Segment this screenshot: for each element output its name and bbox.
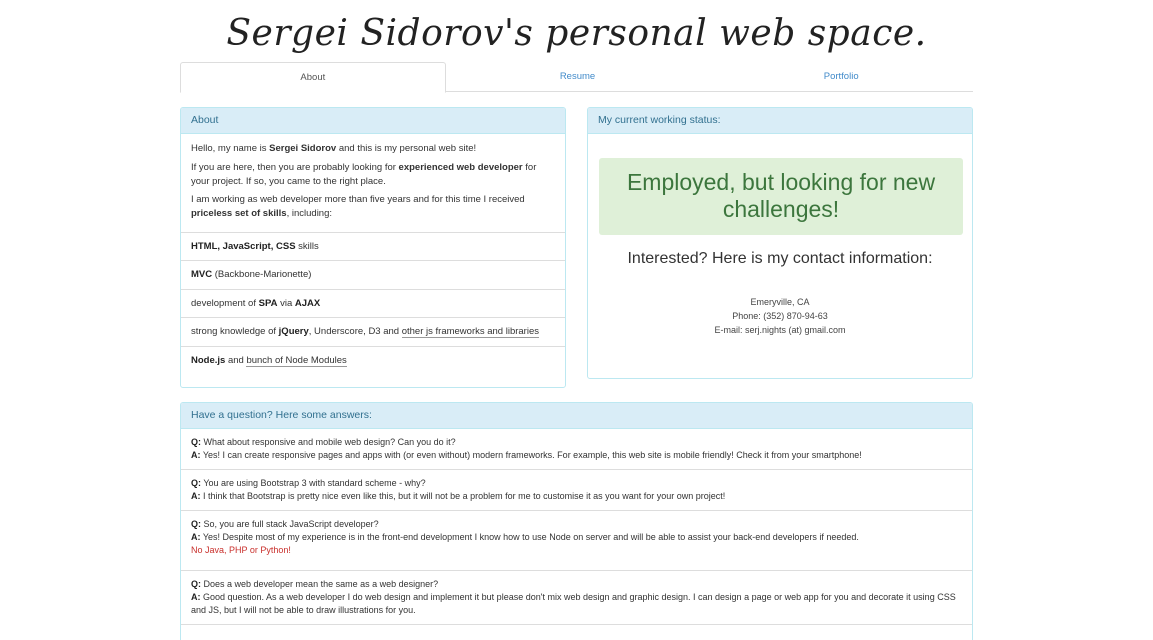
faq-answer: A: I think that Bootstrap is pretty nice…	[191, 490, 962, 503]
faq-item: Q: What about responsive and mobile web …	[181, 429, 972, 470]
site-title: Sergei Sidorov's personal web space.	[226, 13, 927, 54]
main-tabs: About Resume Portfolio	[180, 62, 973, 93]
faq-item: Q: Does a web developer mean the same as…	[181, 571, 972, 625]
contact-location: Emeryville, CA	[750, 297, 810, 307]
about-experience-text-end: , including:	[286, 208, 333, 220]
about-purpose-highlight: experienced web developer	[398, 161, 523, 173]
tab-portfolio[interactable]: Portfolio	[709, 62, 973, 91]
skill-item-node: Node.js and bunch of Node Modules	[181, 347, 565, 376]
js-frameworks-link[interactable]: other js frameworks and libraries	[401, 326, 539, 339]
status-heading: My current working status:	[588, 108, 972, 134]
faq-question: Q: What about responsive and mobile web …	[191, 436, 962, 449]
tab-resume[interactable]: Resume	[446, 62, 710, 91]
question-prefix: Q:	[191, 519, 201, 529]
answer-text: Yes! Despite most of my experience is in…	[200, 532, 859, 542]
about-purpose-text: If you are here, then you are probably l…	[191, 161, 399, 173]
skill-item-jquery: strong knowledge of jQuery, Underscore, …	[181, 318, 565, 347]
about-intro: Hello, my name is Sergei Sidorov and thi…	[191, 142, 555, 156]
answer-prefix: A:	[191, 450, 201, 460]
skill-text: development of	[191, 297, 259, 309]
faq-item: Q: You are using Bootstrap 3 with standa…	[181, 470, 972, 511]
faq-answer: A: Yes! I can create responsive pages an…	[191, 449, 962, 462]
contact-phone: Phone: (352) 870-94-63	[732, 311, 828, 321]
about-panel: About Hello, my name is Sergei Sidorov a…	[180, 107, 566, 388]
skill-highlight: HTML, JavaScript, CSS	[191, 240, 296, 252]
answer-text: I think that Bootstrap is pretty nice ev…	[200, 491, 726, 501]
faq-question: Q: Does a web developer mean the same as…	[191, 578, 962, 591]
faq-note: No Java, PHP or Python!	[191, 545, 291, 555]
question-prefix: Q:	[191, 478, 201, 488]
skill-item-spa: development of SPA via AJAX	[181, 290, 565, 319]
skill-text: , Underscore, D3 and	[308, 326, 402, 338]
about-experience-text: I am working as web developer more than …	[191, 194, 525, 206]
about-body: Hello, my name is Sergei Sidorov and thi…	[181, 134, 565, 232]
skill-highlight: AJAX	[294, 297, 321, 309]
contact-prompt: Interested? Here is my contact informati…	[627, 250, 933, 267]
skill-item-html: HTML, JavaScript, CSS skills	[181, 233, 565, 262]
skill-highlight: Node.js	[191, 354, 226, 366]
status-message: Employed, but looking for new challenges…	[599, 158, 963, 235]
faq-answer: A: Yes! Despite most of my experience is…	[191, 531, 962, 544]
faq-panel: Have a question? Here some answers: Q: W…	[180, 402, 973, 640]
about-experience: I am working as web developer more than …	[191, 193, 555, 221]
answer-text: Good question. As a web developer I do w…	[191, 592, 956, 615]
answer-prefix: A:	[191, 592, 201, 602]
about-experience-highlight: priceless set of skills	[191, 208, 287, 220]
question-prefix: Q:	[191, 437, 201, 447]
question-prefix: Q:	[191, 579, 201, 589]
skill-highlight: jQuery	[278, 326, 309, 338]
about-intro-text-end: and this is my personal web site!	[336, 143, 477, 154]
skill-text: and	[225, 354, 247, 366]
about-purpose: If you are here, then you are probably l…	[191, 161, 555, 189]
faq-question: Q: So, you are full stack JavaScript dev…	[191, 518, 962, 531]
skill-text: (Backbone-Marionette)	[212, 269, 312, 281]
author-name: Sergei Sidorov	[269, 143, 337, 154]
skill-highlight: MVC	[191, 269, 213, 281]
node-modules-link[interactable]: bunch of Node Modules	[246, 354, 347, 367]
question-text: So, you are full stack JavaScript develo…	[201, 519, 379, 529]
answer-text: Yes! I can create responsive pages and a…	[200, 450, 862, 460]
skill-highlight: SPA	[258, 297, 278, 309]
skill-text: skills	[295, 240, 319, 252]
question-text: You are using Bootstrap 3 with standard …	[201, 478, 426, 488]
answer-prefix: A:	[191, 532, 201, 542]
faq-answer: A: Good question. As a web developer I d…	[191, 591, 962, 617]
about-heading: About	[181, 108, 565, 134]
contact-info: Emeryville, CA Phone: (352) 870-94-63 E-…	[588, 295, 972, 337]
answer-prefix: A:	[191, 491, 201, 501]
faq-question: Q: You are using Bootstrap 3 with standa…	[191, 477, 962, 490]
contact-email: E-mail: serj.nights (at) gmail.com	[714, 325, 846, 335]
tab-about[interactable]: About	[180, 62, 446, 93]
skill-text: strong knowledge of	[191, 326, 279, 338]
about-intro-text: Hello, my name is	[191, 143, 270, 154]
faq-item: Q: So, you are full stack JavaScript dev…	[181, 511, 972, 571]
skill-text: via	[277, 297, 295, 309]
question-text: Does a web developer mean the same as a …	[201, 579, 439, 589]
faq-heading: Have a question? Here some answers:	[181, 403, 972, 429]
status-panel: My current working status: Employed, but…	[587, 107, 973, 379]
skill-list: HTML, JavaScript, CSS skills MVC (Backbo…	[181, 231, 565, 376]
question-text: What about responsive and mobile web des…	[201, 437, 456, 447]
skill-item-mvc: MVC (Backbone-Marionette)	[181, 261, 565, 290]
